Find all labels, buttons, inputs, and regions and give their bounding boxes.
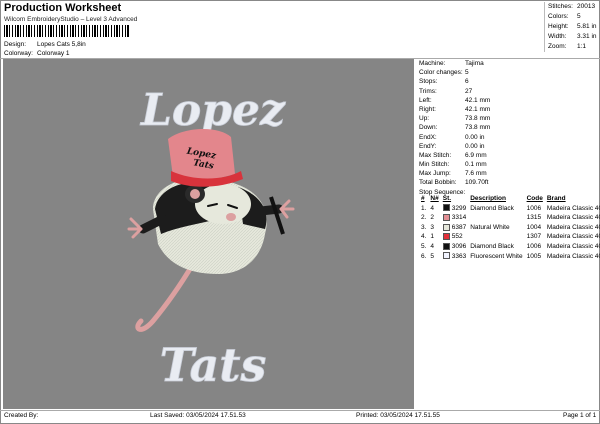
machine-info-panel: Machine: Tajima Color changes: 5 Stops: 6 T… — [417, 59, 599, 197]
table-row: 2. 2 3314 1315 Madeira Classic 40 — [421, 213, 600, 222]
table-row: 6. 5 3363 Fluorescent White 1005 Madeira Cl… — [421, 252, 600, 260]
color-swatch — [442, 223, 450, 231]
info-endx: EndX: 0.00 in — [419, 133, 485, 141]
footer-divider — [0, 410, 600, 411]
info-right: Right: 42.1 mm — [419, 105, 491, 113]
info-max-stitch: Max Stitch: 6.9 mm — [419, 151, 487, 159]
created-by: Created By: — [4, 412, 39, 419]
table-row: 5. 4 3096 Diamond Black 1006 Madeira Classi… — [421, 242, 600, 250]
info-min-stitch: Min Stitch: 0.1 mm — [419, 161, 487, 169]
color-swatch — [442, 204, 450, 212]
stat-width: Width: 3.31 in — [548, 33, 597, 40]
design-text-top: Lopez — [139, 85, 286, 136]
color-swatch — [442, 252, 450, 260]
colorway-label: Colorway: — [4, 50, 33, 57]
color-swatch — [442, 213, 450, 221]
info-endy: EndY: 0.00 in — [419, 142, 485, 150]
printed-date: Printed: 03/05/2024 17.51.55 — [356, 412, 440, 419]
nose — [226, 213, 236, 221]
software-name: Wilcom EmbroideryStudio – Level 3 Advanc… — [4, 16, 138, 23]
right-hand — [279, 199, 295, 219]
design-label: Design: — [4, 41, 27, 48]
left-hand — [127, 217, 143, 239]
info-up: Up: 73.8 mm — [419, 115, 491, 123]
design-name: Lopes Cats 5,8in — [37, 41, 86, 48]
stat-stitches: Stitches: 20013 — [548, 3, 596, 10]
colorway-name: Colorway 1 — [37, 50, 70, 57]
stop-sequence-table: # N# St. Description Code Brand 1. 4 3299… — [419, 194, 600, 261]
info-total-bobbin: Total Bobbin: 109.70ft — [419, 179, 489, 187]
info-down: Down: 73.8 mm — [419, 124, 491, 132]
info-left: Left: 42.1 mm — [419, 96, 491, 104]
info-stops: Stops: 6 — [419, 78, 469, 86]
worksheet-title: Production Worksheet — [4, 2, 122, 14]
stat-height: Height: 5.81 in — [548, 23, 597, 30]
color-swatch — [442, 233, 450, 241]
color-swatch — [442, 242, 450, 250]
table-row: 4. 1 552 1307 Madeira Classic 40 — [421, 233, 600, 241]
page-number: Page 1 of 1 — [563, 412, 597, 419]
tail — [135, 261, 196, 332]
info-trims: Trims: 27 — [419, 87, 473, 95]
stat-colors: Colors: 5 — [548, 13, 581, 20]
info-color-changes: Color changes: 5 — [419, 69, 469, 77]
barcode — [4, 25, 130, 37]
stats-box: Stitches: 20013 Colors: 5 Height: 5.81 in W… — [544, 2, 599, 52]
table-row: 3. 3 6387 Natural White 1004 Madeira Classi… — [421, 223, 600, 231]
design-text-bottom: Tats — [160, 338, 267, 392]
info-max-jump: Max Jump: 7.6 mm — [419, 170, 487, 178]
stat-zoom: Zoom: 1:1 — [548, 43, 587, 50]
design-preview: Lopez Lopez Tats Tats — [3, 59, 414, 409]
microphone — [269, 196, 285, 235]
table-row: 1. 4 3299 Diamond Black 1006 Madeira Classi… — [421, 204, 600, 212]
last-saved: Last Saved: 03/05/2024 17.51.53 — [150, 412, 246, 419]
info-machine: Machine: Tajima — [419, 60, 484, 67]
design-artwork: Lopez Lopez Tats Tats — [127, 85, 295, 392]
table-header: # N# St. Description Code Brand — [421, 195, 566, 202]
